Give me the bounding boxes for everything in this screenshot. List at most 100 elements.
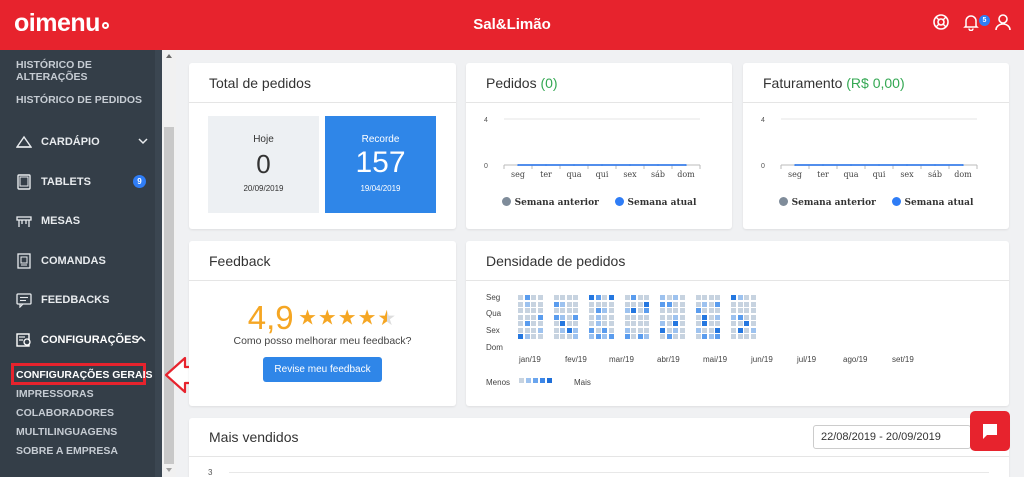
chevron-down-icon xyxy=(138,138,148,145)
heatmap-cell xyxy=(695,334,701,339)
chart-y-tick: 4 xyxy=(761,117,765,124)
heatmap-cell xyxy=(644,308,649,313)
heatmap-cell xyxy=(589,334,594,339)
chart-point xyxy=(573,164,575,166)
date-range-input[interactable]: 22/08/2019 - 20/09/2019 xyxy=(813,425,971,449)
heatmap-cell xyxy=(679,308,685,313)
heatmap-cell xyxy=(566,295,572,300)
heatmap-month-label: mai/19 xyxy=(703,355,728,364)
heatmap-cell xyxy=(560,334,565,339)
sidebar-subitem-configuracoes-gerais[interactable]: CONFIGURAÇÕES GERAIS xyxy=(16,369,153,381)
heatmap-cell xyxy=(531,334,536,339)
heatmap-legend-less: Menos xyxy=(486,378,511,387)
heatmap-cell xyxy=(750,327,756,333)
sidebar-subitem-colaboradores[interactable]: COLABORADORES xyxy=(16,407,114,419)
chart-x-tick-label: dom xyxy=(677,170,695,179)
record-date: 19/04/2019 xyxy=(360,184,401,193)
heatmap-cell xyxy=(589,314,594,320)
notification-bell-icon[interactable] xyxy=(962,13,980,31)
sidebar-scrollbar[interactable] xyxy=(162,50,176,477)
card-title: Pedidos (0) xyxy=(486,75,558,91)
heatmap-cell xyxy=(702,327,707,333)
heatmap-cell xyxy=(737,295,743,300)
heatmap-cell xyxy=(708,334,714,339)
heatmap-cell xyxy=(660,295,665,300)
user-icon[interactable] xyxy=(994,13,1012,31)
heatmap-cell xyxy=(602,314,607,320)
review-feedback-button[interactable]: Revise meu feedback xyxy=(263,357,382,382)
help-icon[interactable] xyxy=(932,13,950,31)
sidebar-link-historico-pedidos[interactable]: HISTÓRICO DE PEDIDOS xyxy=(16,94,142,106)
scroll-down-icon[interactable] xyxy=(166,468,172,472)
heatmap-cell xyxy=(524,327,530,333)
chart-x-tick-label: sex xyxy=(623,170,637,179)
heatmap-cell xyxy=(637,295,643,300)
heatmap-cell xyxy=(702,321,707,326)
heatmap-cell xyxy=(631,308,636,313)
heatmap-cell xyxy=(531,327,536,333)
heatmap-month-label: jan/19 xyxy=(519,355,541,364)
chart-point xyxy=(850,164,852,166)
heatmap-cell xyxy=(631,334,636,339)
heatmap-month-label: jul/19 xyxy=(797,355,817,364)
heatmap-cell xyxy=(573,295,578,300)
sidebar-item-tablets[interactable]: TABLETS 9 xyxy=(16,172,150,192)
heatmap-cell xyxy=(602,327,607,333)
heatmap-cell xyxy=(750,295,756,300)
sidebar-link-label: ALTERAÇÕES xyxy=(16,71,88,83)
heatmap-cell xyxy=(560,321,565,326)
sidebar-item-feedbacks[interactable]: FEEDBACKS xyxy=(16,290,150,310)
heatmap-cell xyxy=(660,308,665,313)
heatmap-cell xyxy=(631,327,636,333)
sidebar-item-comandas[interactable]: COMANDAS xyxy=(16,251,150,271)
heatmap-cell xyxy=(637,308,643,313)
heatmap-cell xyxy=(560,314,565,320)
sidebar-subitem-sobre-a-empresa[interactable]: SOBRE A EMPRESA xyxy=(16,445,118,457)
sidebar-subitem-multilinguagens[interactable]: MULTILINGUAGENS xyxy=(16,426,117,438)
chat-button[interactable] xyxy=(970,411,1010,451)
heatmap-cell xyxy=(695,301,701,307)
feedback-icon xyxy=(16,293,32,308)
chart-point xyxy=(685,164,687,166)
heatmap-cell xyxy=(660,314,665,320)
heatmap-cell xyxy=(708,321,714,326)
heatmap-cell xyxy=(737,308,743,313)
heatmap-cell xyxy=(708,295,714,300)
heatmap-cell xyxy=(608,327,614,333)
heatmap-cell xyxy=(679,301,685,307)
heatmap-cell xyxy=(602,301,607,307)
sidebar-item-mesas[interactable]: MESAS xyxy=(16,211,150,231)
heatmap-cell xyxy=(524,334,530,339)
heatmap-cell xyxy=(737,301,743,307)
heatmap-cell xyxy=(624,314,630,320)
chart-point xyxy=(962,164,964,166)
card-title: Total de pedidos xyxy=(209,75,311,91)
heatmap-cell xyxy=(702,334,707,339)
heatmap-cell xyxy=(608,301,614,307)
heatmap-cell xyxy=(744,334,749,339)
sidebar-link-historico-alteracoes[interactable]: HISTÓRICO DE ALTERAÇÕES xyxy=(16,59,92,83)
faturamento-card: Faturamento (R$ 0,00) 4 0 seg ter qua qui sex s… xyxy=(743,63,1009,229)
sidebar-item-label: FEEDBACKS xyxy=(41,294,110,306)
scroll-up-icon[interactable] xyxy=(166,54,172,58)
heatmap-cell xyxy=(644,314,649,320)
heatmap-cell xyxy=(608,295,614,300)
heatmap-cell xyxy=(737,327,743,333)
heatmap-cell xyxy=(589,295,594,300)
sidebar-subitem-impressoras[interactable]: IMPRESSORAS xyxy=(16,388,94,400)
scrollbar-thumb[interactable] xyxy=(164,127,174,464)
record-label: Recorde xyxy=(361,134,400,145)
heatmap-cell xyxy=(537,295,543,300)
heatmap-cell xyxy=(679,321,685,326)
feedback-rating: 4,9 ★★★★★ xyxy=(189,299,456,337)
heatmap-cell xyxy=(644,321,649,326)
sidebar-item-configuracoes[interactable]: CONFIGURAÇÕES xyxy=(16,330,150,350)
chart-point xyxy=(878,164,880,166)
heatmap-cell xyxy=(715,327,720,333)
chart-point xyxy=(934,164,936,166)
heatmap-month-label: fev/19 xyxy=(565,355,587,364)
heatmap-cell xyxy=(531,308,536,313)
store-name: Sal&Limão xyxy=(473,16,551,33)
notification-badge: 5 xyxy=(979,15,990,26)
sidebar-item-cardapio[interactable]: CARDÁPIO xyxy=(16,132,150,152)
